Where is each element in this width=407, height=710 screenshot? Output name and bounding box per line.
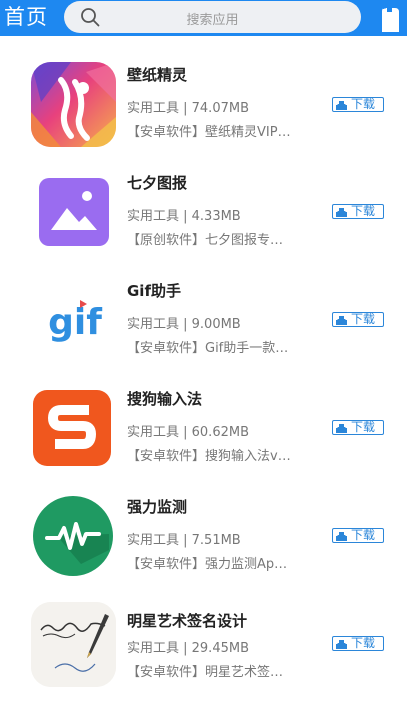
gif-logo-text: gif — [48, 302, 102, 343]
download-label: 下载 — [351, 636, 376, 650]
photo-app-icon[interactable] — [31, 170, 116, 255]
download-button[interactable]: 下载 — [332, 312, 384, 327]
list-item[interactable]: 搜狗输入法 实用工具 | 60.62MB 【安卓软件】搜狗输入法v… 下载 — [0, 386, 407, 494]
monitor-app-icon[interactable] — [31, 494, 116, 579]
download-button[interactable]: 下载 — [332, 204, 384, 219]
download-label: 下载 — [351, 312, 376, 326]
app-desc: 【原创软件】七夕图报专… — [127, 233, 284, 248]
page-title[interactable]: 首页 — [4, 4, 48, 30]
app-name[interactable]: 强力监测 — [127, 496, 187, 517]
download-label: 下载 — [351, 97, 376, 111]
search-placeholder: 搜索应用 — [186, 13, 239, 28]
list-item[interactable]: 明星艺术签名设计 实用工具 | 29.45MB 【安卓软件】明星艺术签… 下载 — [0, 602, 407, 710]
app-meta: 实用工具 | 60.62MB — [127, 425, 249, 440]
app-desc: 【安卓软件】壁纸精灵VIP… — [127, 125, 291, 140]
app-meta: 实用工具 | 9.00MB — [127, 317, 241, 332]
download-label: 下载 — [351, 420, 376, 434]
list-item[interactable]: 七夕图报 实用工具 | 4.33MB 【原创软件】七夕图报专… 下载 — [0, 170, 407, 278]
download-button[interactable]: 下载 — [332, 97, 384, 112]
app-desc: 【安卓软件】强力监测Ap… — [127, 557, 288, 572]
download-icon — [336, 101, 347, 110]
search-bar[interactable]: 搜索应用 — [64, 1, 361, 33]
download-label: 下载 — [351, 528, 376, 542]
app-desc: 【安卓软件】Gif助手一款… — [127, 341, 289, 356]
app-meta: 实用工具 | 29.45MB — [127, 641, 249, 656]
download-button[interactable]: 下载 — [332, 528, 384, 543]
signature-app-icon[interactable] — [31, 602, 116, 687]
gif-app-icon[interactable]: gif — [31, 278, 116, 363]
app-name[interactable]: 七夕图报 — [127, 172, 187, 193]
app-desc: 【安卓软件】搜狗输入法v… — [127, 449, 291, 464]
list-item[interactable]: gif Gif助手 实用工具 | 9.00MB 【安卓软件】Gif助手一款… 下… — [0, 278, 407, 386]
app-meta: 实用工具 | 7.51MB — [127, 533, 241, 548]
download-button[interactable]: 下载 — [332, 636, 384, 651]
list-item[interactable]: 强力监测 实用工具 | 7.51MB 【安卓软件】强力监测Ap… 下载 — [0, 494, 407, 602]
app-desc: 【安卓软件】明星艺术签… — [127, 665, 284, 680]
app-name[interactable]: 壁纸精灵 — [127, 64, 187, 85]
download-icon — [336, 208, 347, 217]
download-icon — [336, 532, 347, 541]
app-name[interactable]: 搜狗输入法 — [127, 388, 202, 409]
download-button[interactable]: 下载 — [332, 420, 384, 435]
keyboard-app-icon[interactable] — [31, 386, 116, 471]
download-icon — [336, 316, 347, 325]
list-item[interactable]: 壁纸精灵 实用工具 | 74.07MB 【安卓软件】壁纸精灵VIP… 下载 — [0, 62, 407, 170]
app-name[interactable]: Gif助手 — [127, 280, 181, 301]
app-name[interactable]: 明星艺术签名设计 — [127, 610, 247, 631]
download-label: 下载 — [351, 204, 376, 218]
app-meta: 实用工具 | 4.33MB — [127, 209, 241, 224]
wallpaper-app-icon[interactable] — [31, 62, 116, 147]
download-icon — [336, 640, 347, 649]
user-badge: 2 — [383, 4, 387, 11]
app-meta: 实用工具 | 74.07MB — [127, 101, 249, 116]
user-icon[interactable]: 2 — [374, 2, 407, 34]
download-icon — [336, 424, 347, 433]
top-bar: 首页 搜索应用 2 — [0, 0, 407, 36]
